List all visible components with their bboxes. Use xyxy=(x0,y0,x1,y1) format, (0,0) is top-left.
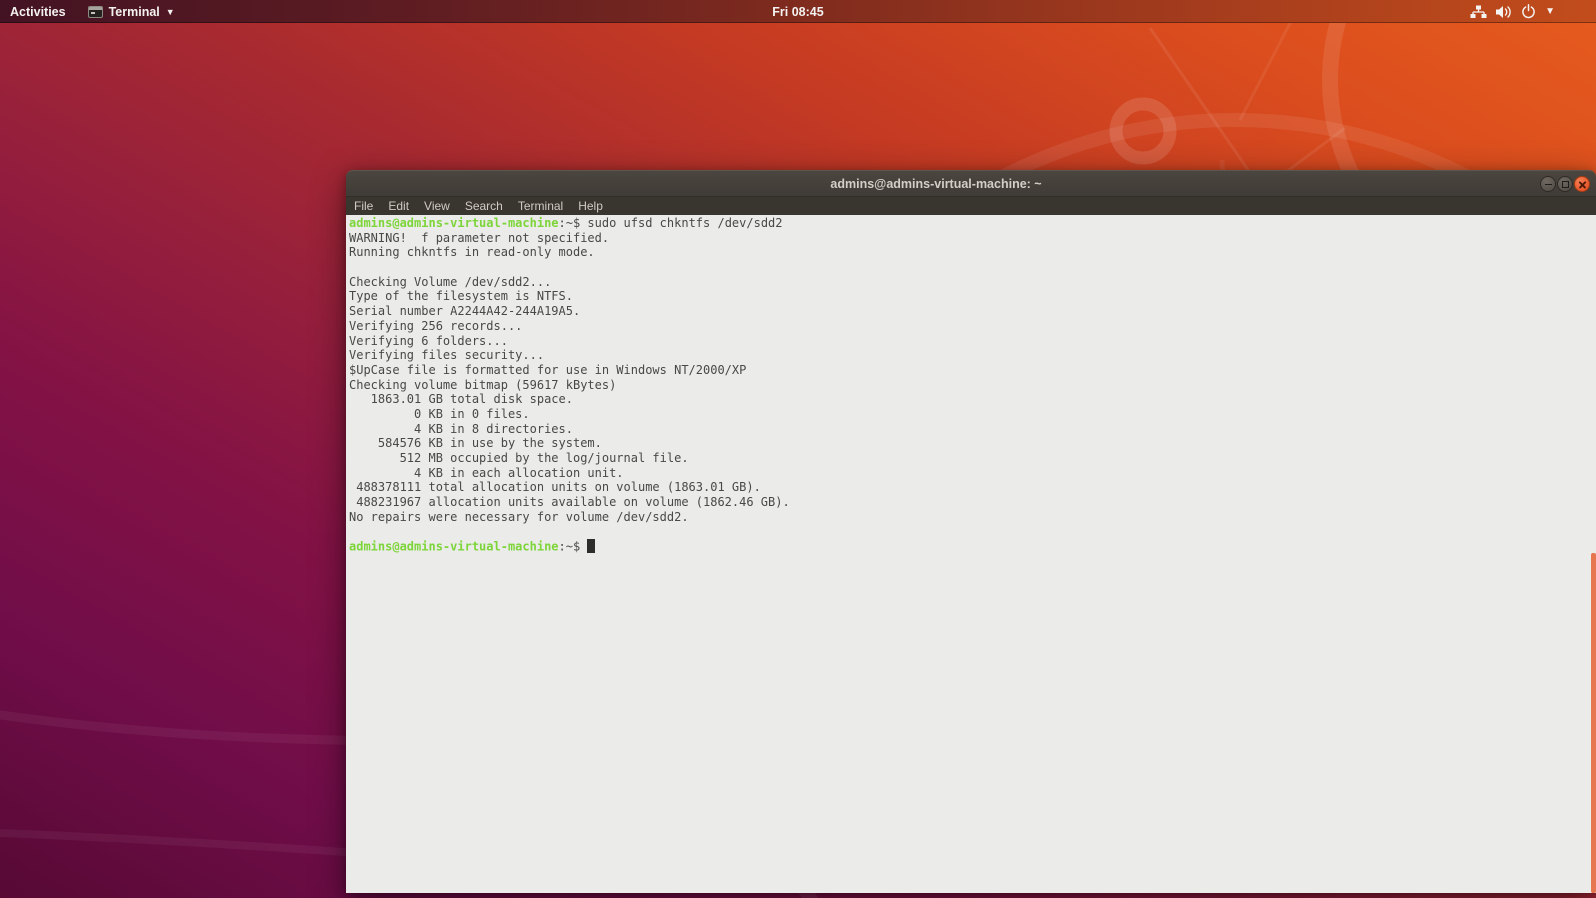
menu-item-help[interactable]: Help xyxy=(577,199,604,213)
network-icon xyxy=(1470,5,1487,18)
app-menu-label: Terminal xyxy=(108,4,160,19)
minimize-icon xyxy=(1544,183,1552,186)
output-line: Checking Volume /dev/sdd2... xyxy=(349,274,552,289)
output-line: 584576 KB in use by the system. xyxy=(349,436,602,451)
minimize-button[interactable] xyxy=(1540,176,1556,192)
menu-item-terminal[interactable]: Terminal xyxy=(517,199,564,213)
output-line: 4 KB in each allocation unit. xyxy=(349,465,624,480)
terminal-icon xyxy=(87,5,103,18)
titlebar[interactable]: admins@admins-virtual-machine: ~ xyxy=(346,170,1596,196)
maximize-icon xyxy=(1562,181,1569,188)
terminal-output: admins@admins-virtual-machine:~$ sudo uf… xyxy=(346,215,1596,554)
system-menu[interactable]: ▼ xyxy=(1470,0,1555,23)
output-line: Running chkntfs in read-only mode. xyxy=(349,245,595,260)
menubar: File Edit View Search Terminal Help xyxy=(346,196,1596,215)
output-line: 1863.01 GB total disk space. xyxy=(349,392,573,407)
output-line: $UpCase file is formatted for use in Win… xyxy=(349,362,747,377)
command-line: admins@admins-virtual-machine:~$ sudo uf… xyxy=(349,216,783,230)
output-line: Serial number A2244A42-244A19A5. xyxy=(349,304,581,319)
activities-button[interactable]: Activities xyxy=(10,5,66,19)
output-line: Verifying files security... xyxy=(349,348,545,363)
output-line: 488378111 total allocation units on volu… xyxy=(349,480,761,495)
output-line: 488231967 allocation units available on … xyxy=(349,495,790,510)
output-line: 512 MB occupied by the log/journal file. xyxy=(349,451,689,465)
menu-item-search[interactable]: Search xyxy=(464,199,504,213)
volume-icon xyxy=(1496,5,1511,18)
clock[interactable]: Fri 08:45 xyxy=(772,5,823,19)
text-cursor xyxy=(587,539,595,553)
power-icon xyxy=(1522,4,1535,19)
output-line: Checking volume bitmap (59617 kBytes) xyxy=(349,377,617,392)
output-line: No repairs were necessary for volume /de… xyxy=(349,509,689,524)
active-prompt-line: admins@admins-virtual-machine:~$ xyxy=(349,539,1596,554)
output-line: Type of the filesystem is NTFS. xyxy=(349,289,573,304)
app-menu-terminal[interactable]: Terminal ▼ xyxy=(87,4,175,19)
window-title: admins@admins-virtual-machine: ~ xyxy=(830,177,1042,191)
menu-item-file[interactable]: File xyxy=(353,199,374,213)
menu-item-edit[interactable]: Edit xyxy=(387,199,410,213)
output-line: Verifying 6 folders... xyxy=(349,333,508,348)
close-button[interactable] xyxy=(1574,176,1590,192)
maximize-button[interactable] xyxy=(1557,176,1573,192)
terminal-window: admins@admins-virtual-machine: ~ File Edi… xyxy=(346,170,1596,893)
top-bar: Activities Terminal ▼ Fri 08:45 ▼ xyxy=(0,0,1596,23)
scrollbar-thumb[interactable] xyxy=(1591,553,1596,893)
chevron-down-icon: ▼ xyxy=(165,6,175,17)
output-line: Verifying 256 records... xyxy=(349,318,523,333)
terminal-screen[interactable]: admins@admins-virtual-machine:~$ sudo uf… xyxy=(346,215,1596,893)
chevron-down-icon: ▼ xyxy=(1545,6,1555,17)
output-line: 4 KB in 8 directories. xyxy=(349,421,573,436)
menu-item-view[interactable]: View xyxy=(423,199,451,213)
output-line: 0 KB in 0 files. xyxy=(349,406,530,421)
output-line: WARNING! f parameter not specified. xyxy=(349,230,610,245)
